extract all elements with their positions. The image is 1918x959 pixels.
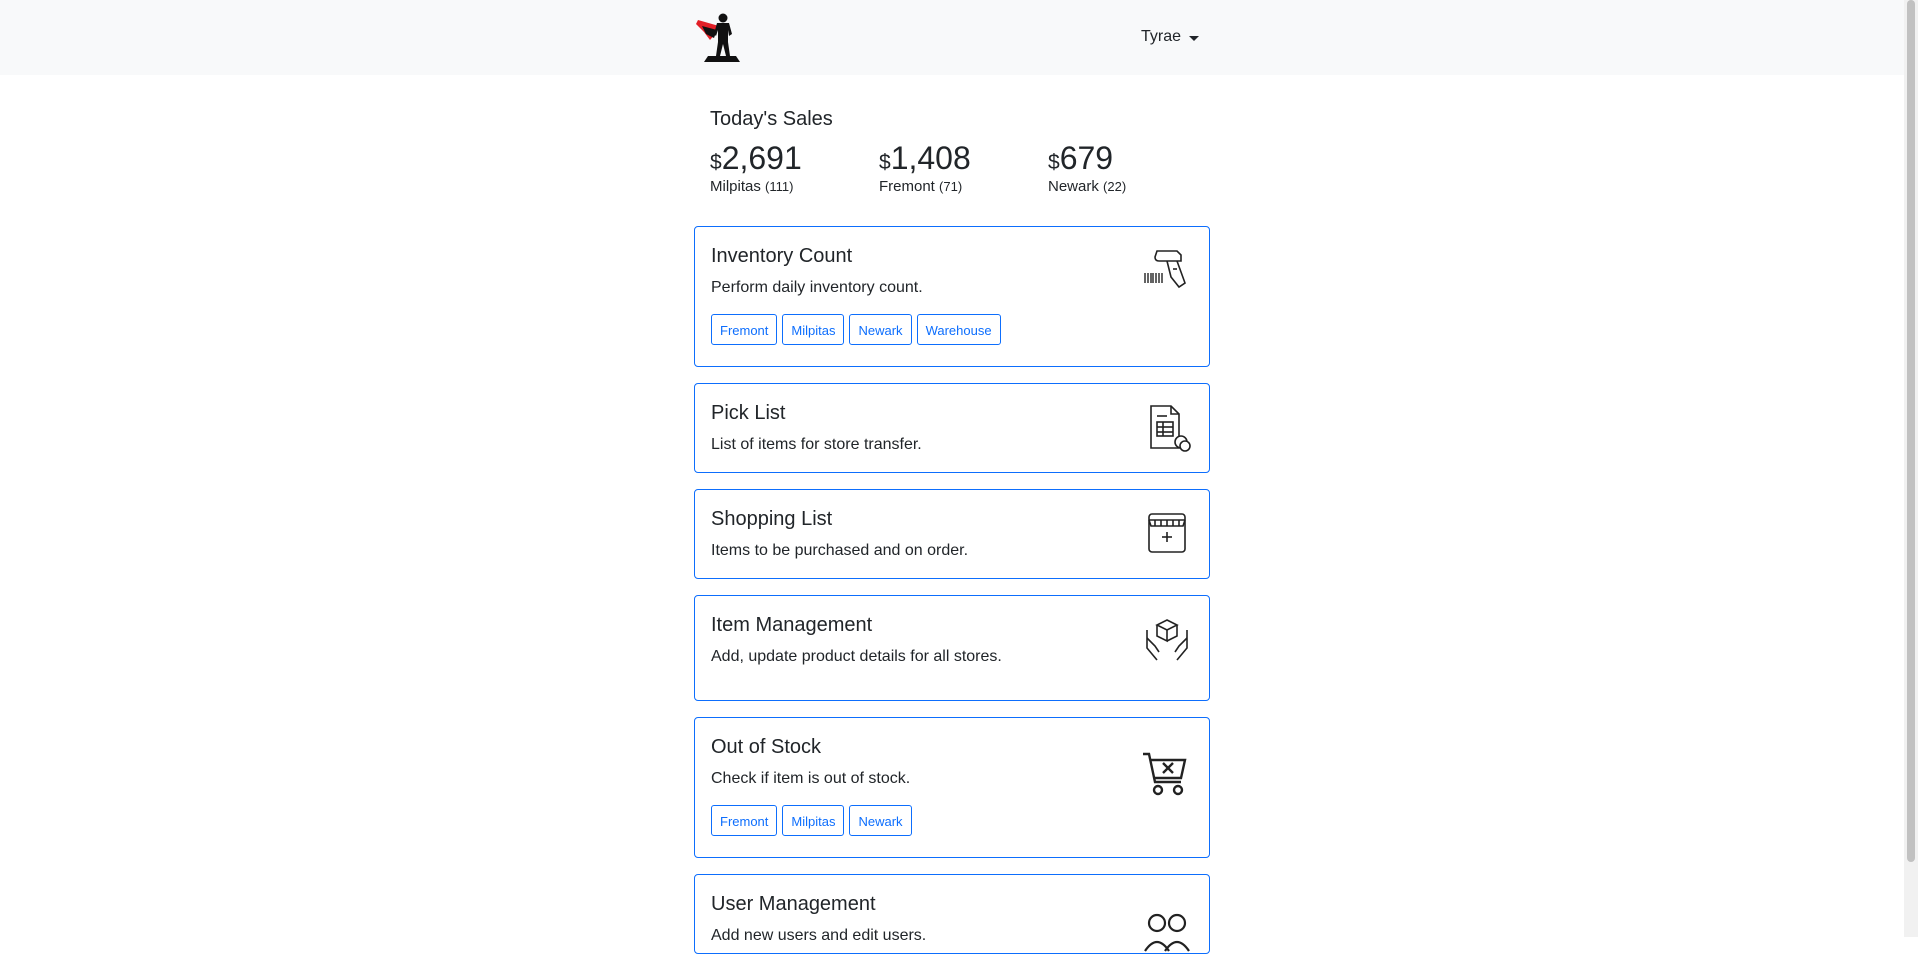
currency-symbol: $ — [710, 151, 722, 174]
card-title: Inventory Count — [711, 245, 853, 267]
user-dropdown-toggle[interactable]: Tyrae — [1141, 28, 1200, 46]
store-name: Fremont — [879, 178, 935, 195]
card-description: List of items for store transfer. — [711, 436, 922, 453]
store-name: Newark — [1048, 178, 1099, 195]
sales-value: 679 — [1059, 140, 1114, 176]
currency-symbol: $ — [879, 151, 891, 174]
warehouse-button[interactable]: Warehouse — [916, 314, 1001, 345]
document-list-icon — [1150, 405, 1191, 452]
store-name: Milpitas — [710, 178, 761, 195]
card-title: Pick List — [711, 402, 786, 424]
card-description: Perform daily inventory count. — [711, 279, 923, 296]
newark-button[interactable]: Newark — [849, 805, 912, 836]
card-title: Out of Stock — [711, 736, 822, 758]
milpitas-button[interactable]: Milpitas — [782, 805, 845, 836]
store-count: (22) — [1103, 179, 1127, 194]
sales-title: Today's Sales — [710, 108, 833, 130]
card-description: Check if item is out of stock. — [711, 770, 911, 787]
sales-store-label: Milpitas (111) — [710, 179, 870, 195]
currency-symbol: $ — [1048, 151, 1060, 174]
fremont-button[interactable]: Fremont — [711, 805, 778, 836]
sales-store-label: Newark (22) — [1048, 179, 1208, 195]
store-buttons: Fremont Milpitas Newark — [711, 805, 912, 836]
sales-item-newark: $679 Newark (22) — [1048, 140, 1208, 195]
user-name: Tyrae — [1141, 28, 1182, 45]
card-out-of-stock[interactable]: Out of Stock Check if item is out of sto… — [694, 717, 1210, 858]
store-count: (71) — [939, 179, 963, 194]
card-description: Add new users and edit users. — [711, 927, 927, 944]
card-title: Shopping List — [711, 508, 833, 530]
sales-amount: $2,691 — [710, 140, 870, 181]
card-user-management[interactable]: User Management Add new users and edit u… — [694, 874, 1210, 954]
cart-x-icon — [1143, 752, 1187, 796]
card-title: User Management — [711, 893, 876, 915]
sales-amount: $1,408 — [879, 140, 1039, 181]
barcode-scanner-icon — [1144, 250, 1186, 289]
sales-amount: $679 — [1048, 140, 1208, 181]
newark-button[interactable]: Newark — [849, 314, 912, 345]
top-navbar: Tyrae — [0, 0, 1904, 75]
superhero-logo-icon[interactable] — [692, 12, 746, 64]
card-description: Items to be purchased and on order. — [711, 542, 969, 559]
card-title: Item Management — [711, 614, 873, 636]
caret-down-icon — [1189, 35, 1200, 41]
vertical-scrollbar[interactable] — [1904, 0, 1918, 937]
fremont-button[interactable]: Fremont — [711, 314, 778, 345]
sales-item-fremont: $1,408 Fremont (71) — [879, 140, 1039, 195]
scrollbar-thumb[interactable] — [1907, 0, 1915, 862]
store-count: (111) — [765, 179, 794, 194]
card-description: Add, update product details for all stor… — [711, 648, 1002, 665]
sales-store-label: Fremont (71) — [879, 179, 1039, 195]
milpitas-button[interactable]: Milpitas — [782, 314, 845, 345]
storefront-icon — [1148, 513, 1186, 553]
card-pick-list[interactable]: Pick List List of items for store transf… — [694, 383, 1210, 473]
sales-value: 2,691 — [721, 140, 802, 176]
users-icon — [1144, 913, 1190, 952]
hands-box-icon — [1146, 619, 1188, 661]
store-buttons: Fremont Milpitas Newark Warehouse — [711, 314, 1001, 345]
card-item-management[interactable]: Item Management Add, update product deta… — [694, 595, 1210, 701]
card-shopping-list[interactable]: Shopping List Items to be purchased and … — [694, 489, 1210, 579]
card-inventory-count[interactable]: Inventory Count Perform daily inventory … — [694, 226, 1210, 367]
sales-value: 1,408 — [890, 140, 971, 176]
sales-item-milpitas: $2,691 Milpitas (111) — [710, 140, 870, 195]
